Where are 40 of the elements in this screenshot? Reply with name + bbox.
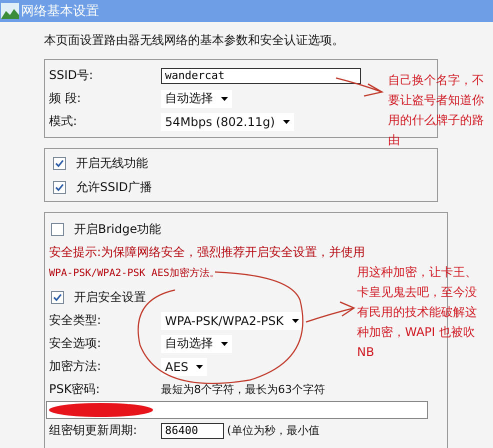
field-label: 加密方法:: [49, 358, 102, 375]
checkbox[interactable]: [53, 156, 66, 170]
dropdown[interactable]: WPA-PSK/WPA2-PSK: [161, 312, 303, 330]
dropdown[interactable]: 自动选择: [161, 334, 232, 352]
checkbox[interactable]: [51, 222, 64, 236]
checkbox-label: 开启Bridge功能: [74, 220, 162, 238]
dropdown[interactable]: AES: [161, 358, 208, 376]
field-label: 安全选项:: [49, 335, 102, 352]
field-label: PSK密码:: [49, 381, 101, 398]
caret-icon: [221, 96, 228, 100]
arrow: [336, 77, 384, 97]
page-description: 本页面设置路由器无线网络的基本参数和安全认证选项。: [44, 32, 345, 49]
caret-icon: [196, 364, 204, 368]
caret-icon: [282, 120, 290, 124]
security-tip: WPA-PSK/WPA2-PSK AES加密方法。: [49, 266, 220, 281]
unit-hint: (单位为秒，最小值: [227, 423, 320, 438]
checkbox[interactable]: [51, 290, 64, 304]
checkbox-label: 开启安全设置: [74, 288, 146, 306]
password-input[interactable]: [46, 401, 428, 419]
checkbox-label: 允许SSID广播: [76, 178, 152, 196]
field-label: 安全类型:: [49, 312, 102, 329]
window-title: 网络基本设置: [21, 3, 99, 20]
arrow: [306, 301, 356, 323]
caret-icon: [221, 342, 228, 346]
psk-hint: 最短为8个字符，最长为63个字符: [161, 382, 325, 397]
annotation-note: 自己换个名字，不要让盗号者知道你用的什么牌子的路由: [388, 72, 485, 149]
field-label: 模式:: [49, 113, 78, 130]
dropdown[interactable]: 自动选择: [161, 90, 232, 108]
annotation-note: 用这种加密，让卡王、卡皇见鬼去吧，至今没有民用的技术能破解这种加密，WAPI 也被吹 NB: [357, 264, 478, 361]
checkbox-label: 开启无线功能: [76, 154, 148, 172]
ssid-input[interactable]: wandercat: [161, 68, 361, 84]
landscape-icon: [1, 3, 19, 19]
field-label: 频 段:: [49, 90, 82, 107]
security-tip: 安全提示:为保障网络安全，强烈推荐开启安全设置，并使用: [49, 244, 366, 261]
dropdown[interactable]: 54Mbps (802.11g): [161, 112, 294, 130]
group-key-input[interactable]: 86400: [161, 422, 224, 438]
field-label: 组密钥更新周期:: [49, 422, 138, 439]
caret-icon: [292, 318, 299, 322]
checkbox[interactable]: [53, 180, 66, 194]
field-label: SSID号:: [49, 67, 94, 84]
